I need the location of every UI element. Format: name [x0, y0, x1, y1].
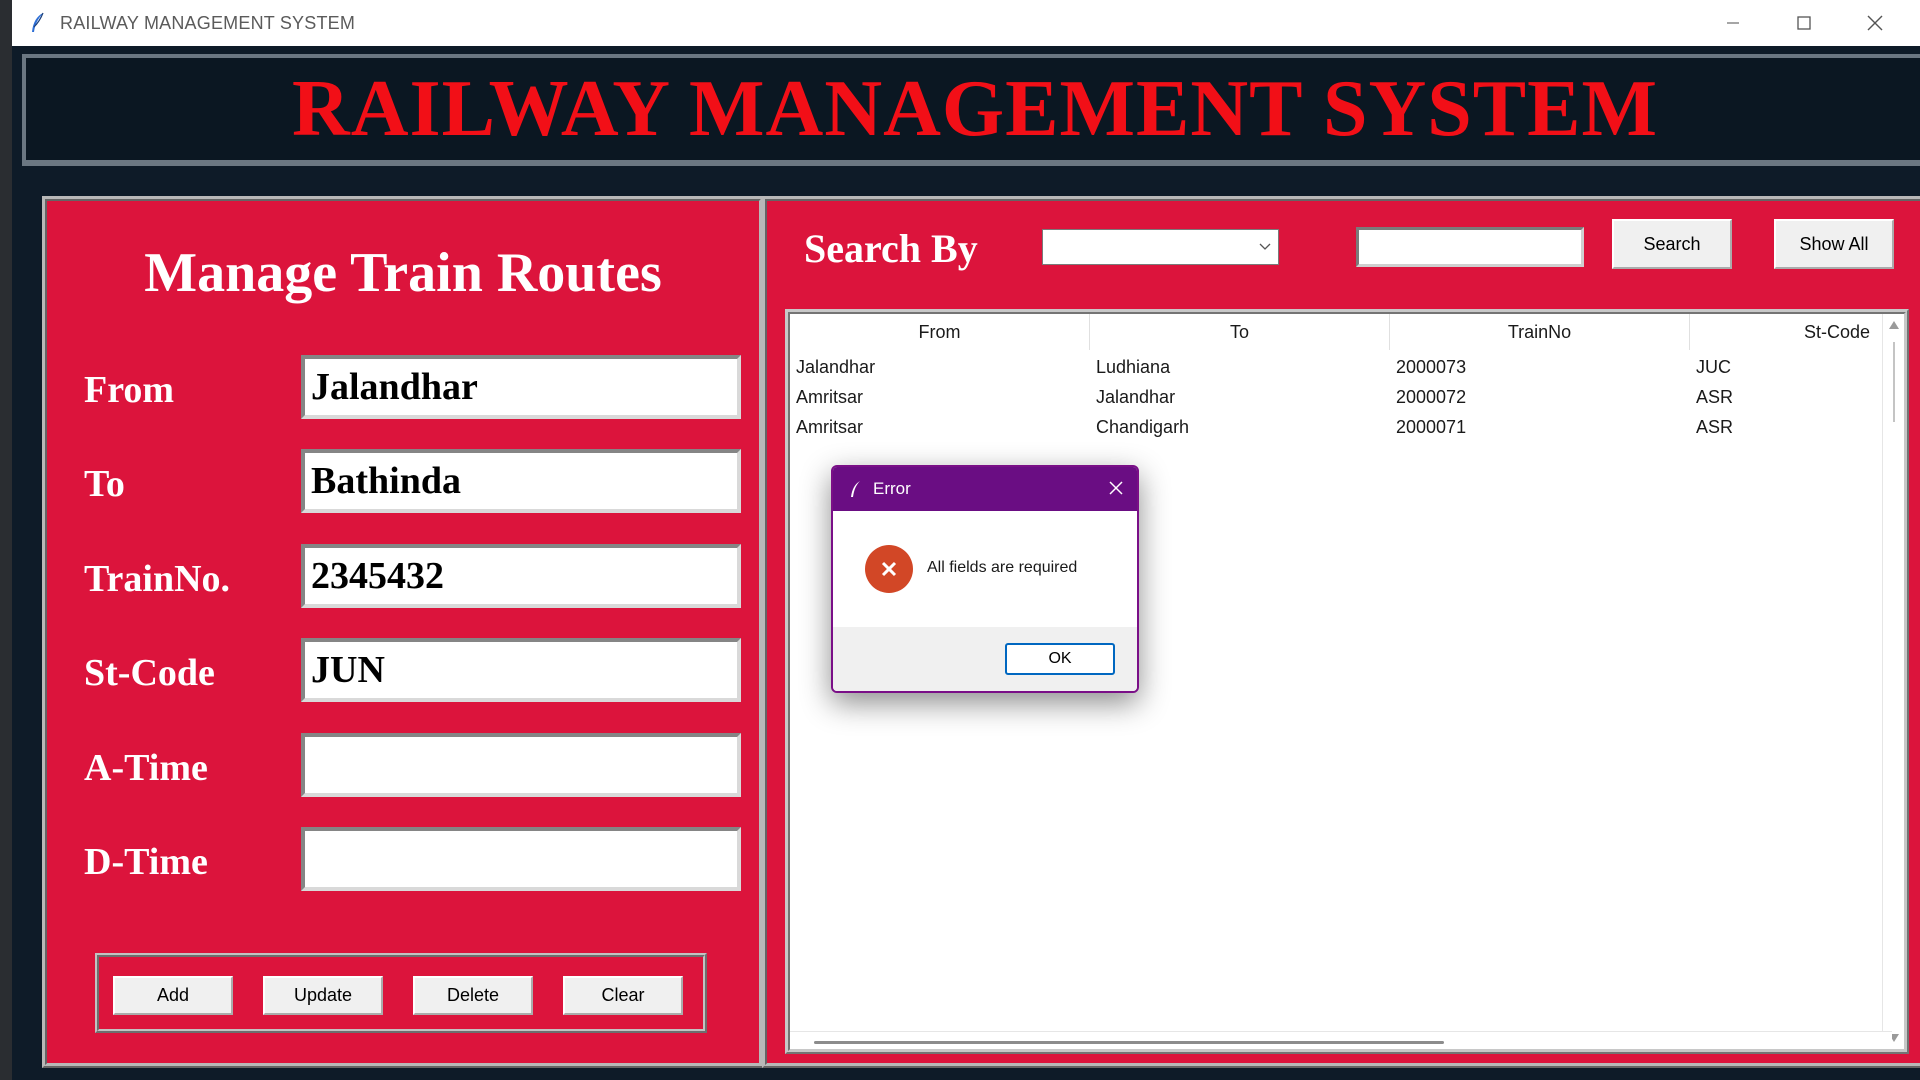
table-cell: ASR	[1696, 416, 1734, 437]
to-input[interactable]: Bathinda	[301, 449, 741, 513]
table-cell: 2000073	[1396, 356, 1467, 377]
horizontal-scroll-thumb[interactable]	[814, 1041, 1444, 1044]
table-cell: Jalandhar	[796, 356, 876, 377]
add-button[interactable]: Add	[113, 976, 233, 1015]
maximize-icon	[1797, 16, 1811, 30]
dialog-message: All fields are required	[927, 559, 1078, 576]
table-cell: ASR	[1696, 386, 1734, 407]
table-row[interactable]: Amritsar Jalandhar 2000072 ASR	[790, 382, 1870, 412]
table-cell: Amritsar	[796, 386, 863, 407]
table-cell: Ludhiana	[1096, 356, 1171, 377]
window-titlebar: RAILWAY MANAGEMENT SYSTEM	[12, 0, 1920, 46]
search-by-combobox[interactable]	[1042, 229, 1279, 265]
a-time-input[interactable]	[301, 733, 741, 797]
from-input[interactable]: Jalandhar	[301, 355, 741, 419]
close-icon	[1867, 15, 1883, 31]
dialog-body: All fields are required	[833, 511, 1137, 627]
train-no-label: TrainNo.	[84, 558, 231, 600]
table-cell: Chandigarh	[1096, 416, 1190, 437]
from-label: From	[84, 369, 175, 411]
close-icon[interactable]	[1107, 479, 1125, 497]
app-title: RAILWAY MANAGEMENT SYSTEM	[291, 64, 1658, 153]
search-by-label: Search By	[804, 226, 978, 271]
column-header-to[interactable]: To	[1090, 314, 1390, 350]
vertical-scrollbar[interactable]	[1882, 314, 1904, 1049]
table-row[interactable]: Jalandhar Ludhiana 2000073 JUC	[790, 352, 1870, 382]
dialog-title: Error	[873, 479, 911, 498]
close-button[interactable]	[1840, 0, 1910, 46]
table-cell: Amritsar	[796, 416, 863, 437]
app-window: RAILWAY MANAGEMENT SYSTEM RAILWAY MANAGE…	[12, 0, 1920, 1080]
desktop-edge	[0, 0, 12, 1080]
st-code-label: St-Code	[84, 652, 215, 694]
clear-button[interactable]: Clear	[563, 976, 683, 1015]
d-time-input[interactable]	[301, 827, 741, 891]
table-body: Jalandhar Ludhiana 2000073 JUC Amritsar …	[790, 352, 1870, 442]
table-row[interactable]: Amritsar Chandigarh 2000071 ASR	[790, 412, 1870, 442]
search-input[interactable]	[1356, 227, 1584, 267]
manage-routes-panel: Manage Train Routes From Jalandhar To Ba…	[42, 196, 764, 1068]
table-cell: 2000071	[1396, 416, 1467, 437]
table-cell: 2000072	[1396, 386, 1467, 407]
ok-button[interactable]: OK	[1005, 643, 1115, 675]
feather-icon	[32, 12, 44, 32]
table-cell: JUC	[1696, 356, 1731, 377]
column-header-trainno[interactable]: TrainNo	[1390, 314, 1690, 350]
delete-button[interactable]: Delete	[413, 976, 533, 1015]
show-all-button[interactable]: Show All	[1774, 219, 1894, 269]
to-label: To	[84, 463, 125, 505]
scroll-up-icon[interactable]	[1888, 320, 1900, 330]
column-header-from[interactable]: From	[790, 314, 1090, 350]
horizontal-scrollbar[interactable]	[790, 1031, 1892, 1049]
train-no-input[interactable]: 2345432	[301, 544, 741, 608]
chevron-down-icon	[1259, 243, 1271, 250]
column-header-st-code[interactable]: St-Code	[1690, 314, 1870, 350]
manage-routes-title: Manage Train Routes	[144, 242, 662, 304]
dialog-footer: OK	[833, 627, 1137, 691]
dialog-titlebar: Error	[833, 467, 1137, 511]
st-code-input[interactable]: JUN	[301, 638, 741, 702]
d-time-label: D-Time	[84, 841, 208, 883]
table-cell: Jalandhar	[1096, 386, 1176, 407]
action-button-frame: Add Update Delete Clear	[95, 953, 707, 1033]
minimize-icon	[1727, 22, 1739, 24]
error-dialog: Error All fields are required OK	[831, 465, 1139, 693]
a-time-label: A-Time	[84, 747, 208, 789]
maximize-button[interactable]	[1769, 0, 1839, 46]
window-title: RAILWAY MANAGEMENT SYSTEM	[60, 12, 356, 33]
app-header: RAILWAY MANAGEMENT SYSTEM	[22, 54, 1920, 166]
vertical-scroll-thumb[interactable]	[1893, 342, 1895, 422]
update-button[interactable]: Update	[263, 976, 383, 1015]
error-icon	[865, 545, 913, 593]
search-button[interactable]: Search	[1612, 219, 1732, 269]
table-header: From To TrainNo St-Code	[790, 314, 1870, 350]
minimize-button[interactable]	[1698, 0, 1768, 46]
feather-icon	[851, 481, 860, 497]
